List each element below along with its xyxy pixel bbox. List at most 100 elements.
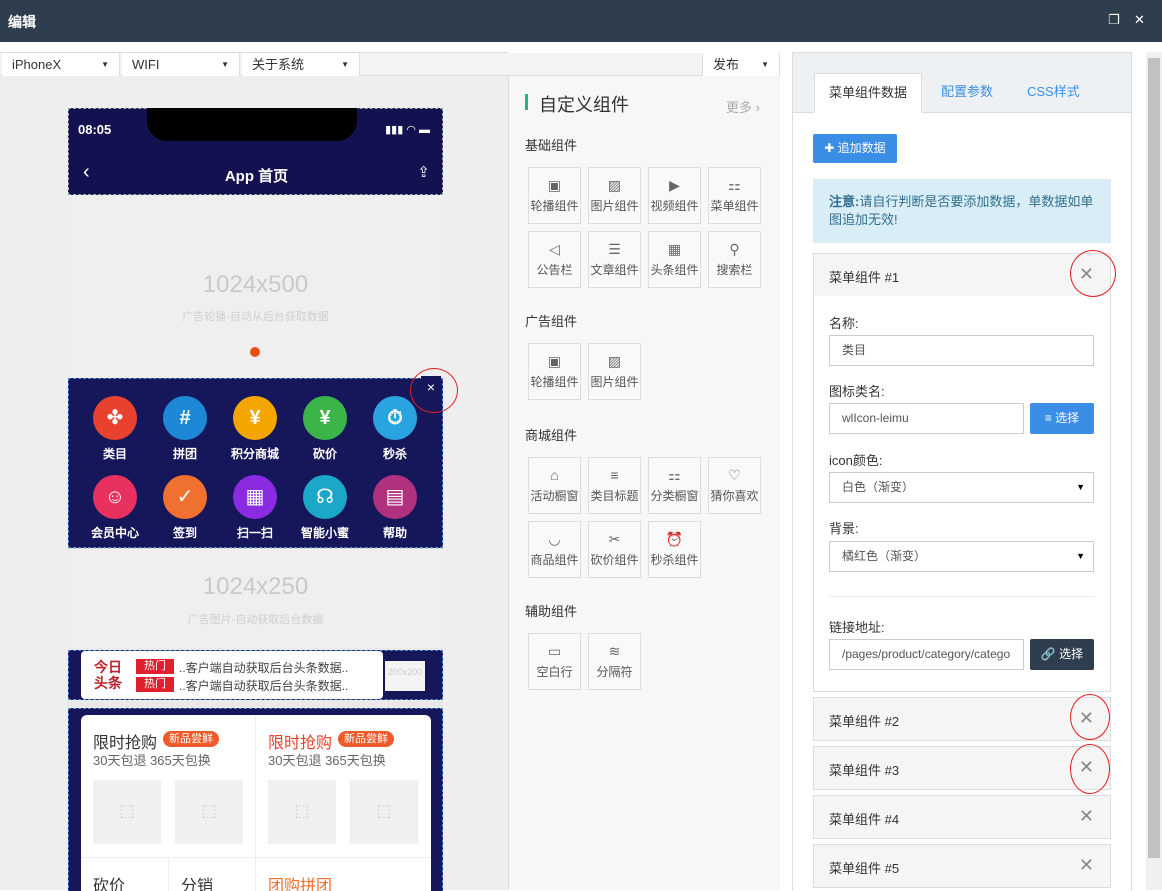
icon-select-button[interactable]: ≡ 选择 (1030, 403, 1094, 434)
phone-preview: 08:05 ▮▮▮ ◠ ▬ ‹ App 首页 ⇪ 1024x500 广告轮播-自… (68, 108, 443, 891)
scrollbar-thumb[interactable] (1148, 58, 1160, 858)
divider (81, 857, 431, 858)
accordion-title: 菜单组件 #2 (829, 714, 900, 729)
menu-item-accordion[interactable]: 菜单组件 #2 ✕ (813, 697, 1111, 741)
component-item[interactable]: ⏰ 秒杀组件 (648, 521, 701, 578)
component-icon: ≡ (610, 467, 619, 483)
tab-menu-data[interactable]: 菜单组件数据 (814, 73, 923, 113)
menu-item[interactable]: ✓ 签到 (150, 475, 220, 541)
tab-config[interactable]: 配置参数 (941, 73, 993, 113)
component-label: 图片组件 (590, 375, 639, 389)
close-icon[interactable]: ✕ (1134, 12, 1145, 28)
menu-item-label: 秒杀 (382, 447, 407, 461)
component-item[interactable]: ▨ 图片组件 (588, 167, 641, 224)
component-item[interactable]: ▣ 轮播组件 (528, 167, 581, 224)
menu-item[interactable]: ✤ 类目 (80, 396, 150, 462)
share-icon[interactable]: ⇪ (417, 163, 430, 181)
component-icon: ▨ (607, 353, 622, 369)
component-item[interactable]: ▣ 轮播组件 (528, 343, 581, 400)
highlight-circle (1070, 744, 1110, 794)
menu-item[interactable]: ▤ 帮助 (360, 475, 430, 541)
close-icon[interactable]: ✕ (1079, 806, 1094, 827)
promo-component[interactable]: 限时抢购 新品尝鲜 30天包退 365天包换 ⬚ ⬚ 限时抢购 新品尝鲜 30天… (68, 708, 443, 891)
component-label: 猜你喜欢 (710, 489, 759, 503)
status-icons: ▮▮▮ ◠ ▬ (385, 124, 430, 136)
menu-item-icon: ✓ (163, 475, 207, 519)
menu-item-label: 砍价 (312, 447, 337, 461)
menu-item-accordion[interactable]: 菜单组件 #5 ✕ (813, 844, 1111, 888)
promo-card: 限时抢购 新品尝鲜 30天包退 365天包换 ⬚ ⬚ 限时抢购 新品尝鲜 30天… (81, 715, 431, 891)
publish-select-value: 发布 (713, 57, 740, 72)
chevron-down-icon: ▼ (761, 60, 769, 69)
menu-item-accordion[interactable]: 菜单组件 #3 ✕ (813, 746, 1111, 790)
chevron-right-icon: › (755, 100, 760, 115)
menu-item-accordion[interactable]: 菜单组件 #1 ✕ (813, 253, 1111, 297)
image-placeholder[interactable]: 1024x250 广告图片-自动获取后台数据 (68, 548, 443, 648)
component-item[interactable]: ▭ 空白行 (528, 633, 581, 690)
component-icon: ⚲ (729, 241, 740, 257)
menu-item[interactable]: # 拼团 (150, 396, 220, 462)
component-item[interactable]: ⚲ 搜索栏 (708, 231, 761, 288)
background-select[interactable]: 橘红色（渐变） ▼ (829, 541, 1094, 572)
phone-header[interactable]: 08:05 ▮▮▮ ◠ ▬ ‹ App 首页 ⇪ (68, 108, 443, 195)
restore-icon[interactable]: ❐ (1108, 12, 1120, 28)
add-data-button[interactable]: ✚ 追加数据 (813, 134, 897, 163)
component-item[interactable]: ☰ 文章组件 (588, 231, 641, 288)
notice-text: 请自行判断是否要添加数据，单数据如单图追加无效! (829, 194, 1094, 227)
component-label: 头条组件 (650, 263, 699, 277)
notice-label: 注意: (829, 194, 860, 209)
menu-item[interactable]: ▦ 扫一扫 (220, 475, 290, 541)
component-item[interactable]: ♡ 猜你喜欢 (708, 457, 761, 514)
icon-class-input[interactable]: wlIcon-leimu (829, 403, 1024, 434)
menu-item-label: 扫一扫 (236, 526, 273, 540)
component-item[interactable]: ▶ 视频组件 (648, 167, 701, 224)
component-icon: ▨ (607, 177, 622, 193)
component-item[interactable]: ▨ 图片组件 (588, 343, 641, 400)
chevron-down-icon: ▼ (101, 60, 109, 69)
component-item[interactable]: ⚏ 分类橱窗 (648, 457, 701, 514)
link-select-button[interactable]: 🔗 选择 (1030, 639, 1094, 670)
publish-select[interactable]: 发布 ▼ (702, 53, 780, 76)
tab-css[interactable]: CSS样式 (1027, 73, 1080, 113)
component-item[interactable]: ✂ 砍价组件 (588, 521, 641, 578)
component-icon: ▶ (669, 177, 680, 193)
more-link[interactable]: 更多 › (726, 97, 760, 116)
banner-placeholder[interactable]: 1024x500 广告轮播-自动从后台获取数据 (68, 195, 443, 378)
menu-item-accordion[interactable]: 菜单组件 #4 ✕ (813, 795, 1111, 839)
background-value: 橘红色（渐变） (842, 549, 927, 563)
menu-item[interactable]: ¥ 积分商城 (220, 396, 290, 462)
device-select[interactable]: iPhoneX ▼ (2, 53, 120, 76)
component-label: 轮播组件 (530, 375, 579, 389)
menu-item-icon: ¥ (233, 396, 277, 440)
menu-component[interactable]: ✤ 类目 # 拼团 ¥ 积分商城 ¥ 砍价 ⏱ 秒杀 ☺ 会员中心 ✓ 签到 ▦ 扫一扫 ☊ 智能小蜜 ▤ 帮助 (68, 378, 443, 548)
menu-item[interactable]: ¥ 砍价 (290, 396, 360, 462)
notice-box: 注意:请自行判断是否要添加数据，单数据如单图追加无效! (813, 179, 1111, 243)
headline-thumb: 200x200 (385, 661, 425, 691)
banner-desc: 广告轮播-自动从后台获取数据 (182, 311, 329, 323)
menu-item-label: 积分商城 (230, 447, 279, 461)
menu-item[interactable]: ☺ 会员中心 (80, 475, 150, 541)
preview-pane: iPhoneX ▼ WIFI ▼ 关于系统 ▼ 发布 ▼ 08:05 ▮▮▮ ◠ ▬ ‹… (0, 52, 780, 891)
component-item[interactable]: ◁ 公告栏 (528, 231, 581, 288)
menu-item[interactable]: ☊ 智能小蜜 (290, 475, 360, 541)
close-icon[interactable]: ✕ (1079, 855, 1094, 876)
headline-component[interactable]: 今日 头条 热门 热门 ..客户端自动获取后台头条数据.. ..客户端自动获取后… (68, 650, 443, 700)
component-palette: 自定义组件 更多 › 基础组件 ▣ 轮播组件 ▨ 图片组件 ▶ 视频组件 ⚏ 菜单组件 ◁ 公告栏 ☰… (508, 75, 780, 890)
system-select[interactable]: 关于系统 ▼ (242, 53, 360, 76)
component-item[interactable]: ≡ 类目标题 (588, 457, 641, 514)
component-icon: ☰ (608, 241, 621, 257)
accordion-title: 菜单组件 #1 (829, 270, 900, 285)
accordion-title: 菜单组件 #4 (829, 812, 900, 827)
component-item[interactable]: ⌂ 活动橱窗 (528, 457, 581, 514)
divider (255, 715, 256, 891)
component-item[interactable]: ◡ 商品组件 (528, 521, 581, 578)
link-input[interactable]: /pages/product/category/catego (829, 639, 1024, 670)
component-label: 轮播组件 (530, 199, 579, 213)
component-item[interactable]: ≋ 分隔符 (588, 633, 641, 690)
component-item[interactable]: ⚏ 菜单组件 (708, 167, 761, 224)
scrollbar[interactable] (1146, 52, 1162, 890)
network-select[interactable]: WIFI ▼ (122, 53, 240, 76)
component-item[interactable]: ▦ 头条组件 (648, 231, 701, 288)
name-input[interactable]: 类目 (829, 335, 1094, 366)
icon-color-select[interactable]: 白色（渐变） ▼ (829, 472, 1094, 503)
